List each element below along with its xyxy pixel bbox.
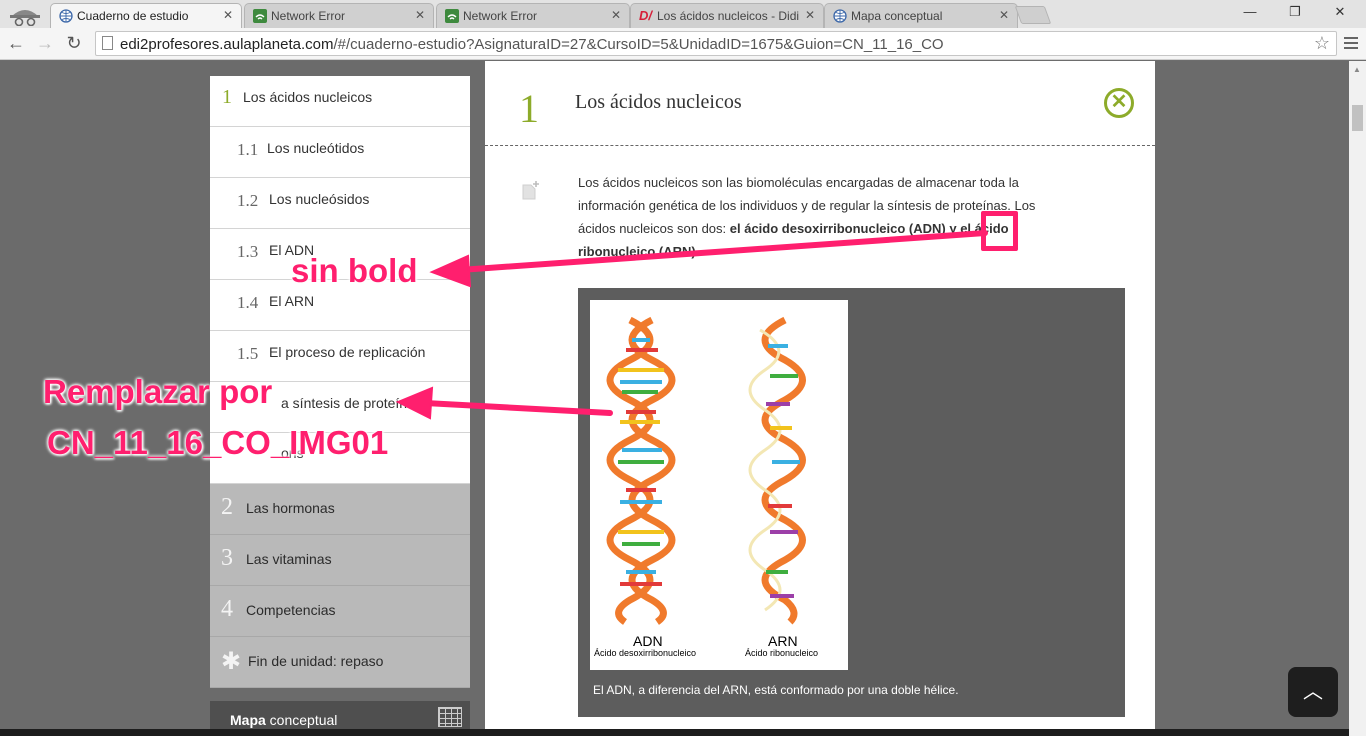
close-tab-icon[interactable]: ✕: [999, 8, 1009, 22]
sidebar-item-nucleosidos[interactable]: 1.2 Los nucleósidos: [210, 178, 470, 229]
item-label: El ARN: [269, 293, 315, 309]
sidebar-item-acidos-nucleicos[interactable]: 1 Los ácidos nucleicos: [210, 76, 470, 127]
mapa-bold-label: Mapa: [230, 712, 266, 728]
label-arn: ARN: [768, 633, 798, 649]
section-number: 4: [221, 596, 233, 622]
item-number: 1.3: [237, 242, 259, 261]
section-label: Competencias: [246, 602, 336, 618]
section-number: 2: [221, 494, 233, 520]
item-number: 1.1: [237, 140, 259, 159]
globe-icon: [833, 9, 847, 23]
network-error-icon: [445, 9, 459, 23]
annotation-remplazar: Remplazar por: [43, 373, 273, 410]
item-label: Los nucleósidos: [269, 191, 370, 207]
mapa-label: conceptual: [265, 712, 338, 728]
item-number: 1.5: [237, 344, 259, 363]
label-arn-sub: Ácido ribonucleico: [745, 648, 819, 658]
page-icon: [102, 36, 113, 50]
tab-cuaderno[interactable]: Cuaderno de estudio ✕: [50, 3, 242, 28]
network-error-icon: [253, 9, 267, 23]
url-path: /#/cuaderno-estudio?AsignaturaID=27&Curs…: [333, 36, 944, 53]
sidebar-section-competencias[interactable]: 4 Competencias: [210, 586, 470, 637]
close-icon[interactable]: ✕: [1104, 88, 1134, 118]
sidebar-item-nucleotidos[interactable]: 1.1 Los nucleótidos: [210, 127, 470, 178]
page-title: Los ácidos nucleicos: [575, 91, 742, 113]
item-number: 1.2: [237, 191, 259, 210]
sidebar-section-hormonas[interactable]: 2 Las hormonas: [210, 484, 470, 535]
item-label: a síntesis de proteín: [281, 395, 408, 411]
section-label: Las hormonas: [246, 500, 335, 516]
label-adn: ADN: [633, 633, 663, 649]
section-number: 3: [221, 545, 233, 571]
dna-rna-image: ADN Ácido desoxirribonucleico ARN Ácido …: [590, 300, 848, 670]
browser-tab-bar: Cuaderno de estudio ✕ Network Error ✕ Ne…: [0, 0, 1366, 28]
scroll-to-top-button[interactable]: ︿: [1288, 667, 1338, 717]
scroll-up-icon[interactable]: ▲: [1353, 65, 1361, 74]
item-number: 1.4: [237, 293, 259, 312]
tab-label: Network Error: [463, 9, 538, 23]
dna-figure: ADN Ácido desoxirribonucleico ARN Ácido …: [578, 288, 1125, 717]
dashed-divider: [485, 145, 1155, 146]
address-bar[interactable]: edi2profesores.aulaplaneta.com/#/cuadern…: [95, 31, 1337, 56]
globe-icon: [59, 9, 73, 23]
item-label: El proceso de replicación: [269, 344, 426, 360]
scrollbar-thumb[interactable]: [1352, 105, 1363, 131]
section-number: 1: [519, 86, 539, 131]
annotation-img-code: CN_11_16_CO_IMG01: [47, 424, 389, 461]
tab-label: Network Error: [271, 9, 346, 23]
minimize-icon[interactable]: —: [1240, 4, 1260, 19]
close-tab-icon[interactable]: ✕: [805, 8, 815, 22]
figure-caption: El ADN, a diferencia del ARN, está confo…: [593, 683, 959, 697]
tab-label: Cuaderno de estudio: [77, 9, 189, 23]
tab-network-error-1[interactable]: Network Error ✕: [244, 3, 434, 28]
tab-didi[interactable]: D/ Los ácidos nucleicos - Didi ✕: [630, 3, 824, 28]
annotation-sin-bold: sin bold: [291, 252, 418, 289]
incognito-icon: [10, 10, 40, 26]
bookmark-star-icon[interactable]: ☆: [1314, 33, 1330, 54]
item-number: 1: [222, 86, 232, 108]
url-host: edi2profesores.aulaplaneta.com: [120, 36, 334, 53]
add-note-icon[interactable]: [521, 179, 541, 201]
section-label: Las vitaminas: [246, 551, 332, 567]
didi-d-icon: D/: [639, 8, 652, 23]
page-scrollbar[interactable]: [1349, 61, 1366, 736]
dna-rna-illustration: [606, 316, 806, 625]
close-tab-icon[interactable]: ✕: [223, 8, 233, 22]
rna-single-helix: [748, 316, 806, 625]
tab-network-error-2[interactable]: Network Error ✕: [436, 3, 630, 28]
item-label: Los ácidos nucleicos: [243, 89, 373, 105]
close-tab-icon[interactable]: ✕: [611, 8, 621, 22]
reload-icon[interactable]: ↻: [64, 33, 84, 54]
taskbar-strip: [0, 729, 1349, 736]
item-label: Los nucleótidos: [267, 140, 365, 156]
new-tab-button[interactable]: [1014, 6, 1052, 24]
sidebar-section-fin-unidad[interactable]: ✱ Fin de unidad: repaso: [210, 637, 470, 688]
grid-icon: [438, 707, 462, 727]
asterisk-icon: ✱: [221, 649, 242, 675]
close-tab-icon[interactable]: ✕: [415, 8, 425, 22]
browser-toolbar: ← → ↻ edi2profesores.aulaplaneta.com/#/c…: [0, 28, 1366, 60]
back-arrow-icon[interactable]: ←: [6, 33, 26, 54]
restore-icon[interactable]: ❐: [1285, 4, 1305, 20]
forward-arrow-icon[interactable]: →: [35, 33, 55, 54]
tab-mapa-conceptual[interactable]: Mapa conceptual ✕: [824, 3, 1018, 28]
dna-double-helix: [606, 316, 676, 625]
url-text[interactable]: edi2profesores.aulaplaneta.com/#/cuadern…: [120, 36, 944, 53]
annotation-highlight-box: [981, 211, 1018, 251]
close-window-icon[interactable]: ✕: [1330, 4, 1350, 20]
menu-icon[interactable]: [1344, 35, 1358, 52]
sidebar-section-vitaminas[interactable]: 3 Las vitaminas: [210, 535, 470, 586]
content-panel: 1 Los ácidos nucleicos ✕ Los ácidos nucl…: [485, 61, 1155, 736]
tab-label: Los ácidos nucleicos - Didi: [657, 9, 800, 23]
tab-label: Mapa conceptual: [851, 9, 943, 23]
para-end: .: [695, 244, 700, 259]
section-label: Fin de unidad: repaso: [248, 653, 384, 669]
label-adn-sub: Ácido desoxirribonucleico: [594, 648, 697, 658]
